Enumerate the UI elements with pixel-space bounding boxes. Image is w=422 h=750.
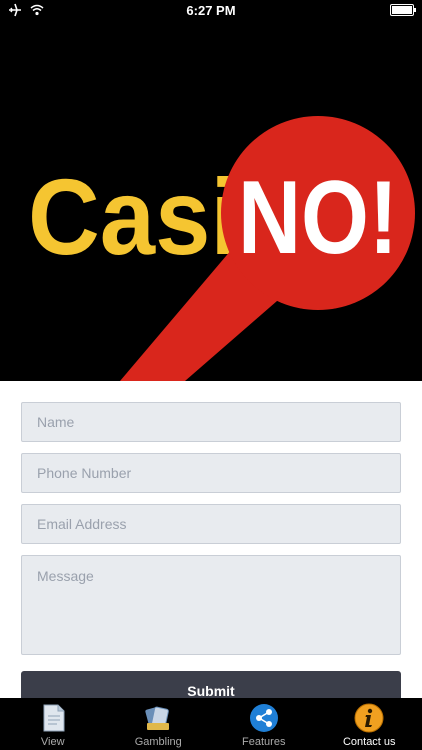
status-bar: 6:27 PM bbox=[0, 0, 422, 22]
tab-gambling[interactable]: Gambling bbox=[106, 698, 212, 750]
message-field[interactable] bbox=[21, 555, 401, 655]
battery-icon bbox=[390, 4, 416, 16]
tab-view[interactable]: View bbox=[0, 698, 106, 750]
logo-no-text: NO! bbox=[238, 160, 398, 276]
tab-view-label: View bbox=[40, 736, 65, 748]
tab-contact-us[interactable]: Contact us bbox=[317, 698, 422, 750]
tab-contact-us-label: Contact us bbox=[342, 736, 396, 748]
phone-field[interactable] bbox=[21, 453, 401, 493]
banner-image: Casi NO! bbox=[0, 66, 422, 381]
status-time: 6:27 PM bbox=[186, 3, 236, 18]
name-field[interactable] bbox=[21, 402, 401, 442]
document-icon bbox=[43, 704, 65, 732]
email-field[interactable] bbox=[21, 504, 401, 544]
top-bar: 6:27 PM bbox=[0, 0, 422, 67]
info-icon bbox=[354, 703, 384, 733]
share-icon bbox=[249, 704, 278, 732]
contact-form bbox=[21, 402, 401, 666]
tab-gambling-label: Gambling bbox=[134, 736, 182, 748]
logo-casi-text: Casi bbox=[28, 156, 238, 277]
tab-bar: View Gambling Features Contact us bbox=[0, 698, 422, 750]
tab-features[interactable]: Features bbox=[211, 698, 317, 750]
cards-icon bbox=[145, 706, 170, 730]
tab-features-label: Features bbox=[242, 736, 286, 748]
